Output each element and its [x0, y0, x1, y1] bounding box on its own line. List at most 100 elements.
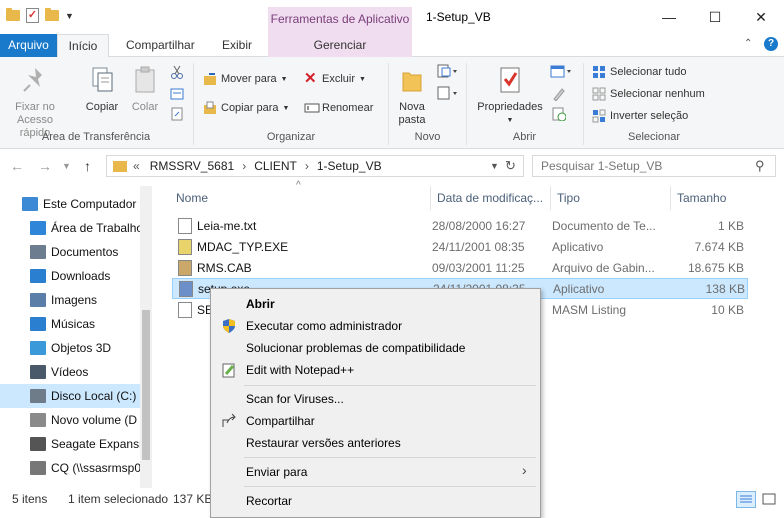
tab-exibir[interactable]: Exibir	[211, 34, 263, 57]
file-row[interactable]: MDAC_TYP.EXE 24/11/2001 08:35 Aplicativo 7.…	[172, 236, 748, 257]
copy-path-icon[interactable]	[170, 88, 184, 103]
pictures-icon	[30, 293, 46, 307]
nav-item[interactable]: Objetos 3D	[0, 336, 140, 360]
file-name-cell: RMS.CAB	[172, 259, 432, 276]
menu-open[interactable]: Abrir	[213, 293, 538, 315]
file-type: Aplicativo	[552, 239, 604, 254]
move-to-button[interactable]: Mover para ▼	[203, 69, 288, 89]
minimize-button[interactable]: —	[646, 0, 692, 34]
file-row[interactable]: RMS.CAB 09/03/2001 11:25 Arquivo de Gabin.…	[172, 257, 748, 278]
refresh-icon[interactable]: ↻	[505, 158, 516, 174]
pin-quick-access-button[interactable]: Fixar no Acesso rápido	[4, 65, 66, 140]
column-separator[interactable]	[670, 186, 671, 210]
qat-dropdown-icon[interactable]: ▼	[65, 11, 74, 21]
open-icon[interactable]	[550, 65, 574, 82]
file-modified: 24/11/2001 08:35	[432, 239, 525, 254]
nav-item-label: Área de Trabalho	[51, 221, 140, 235]
menu-share[interactable]: Compartilhar	[213, 410, 538, 432]
easy-access-icon[interactable]	[436, 85, 458, 104]
nav-item[interactable]: Disco Local (C:)	[0, 384, 140, 408]
nav-item-label: Documentos	[51, 245, 119, 259]
address-bar[interactable]: « RMSSRV_5681 › CLIENT › 1-Setup_VB ▼ ↻	[106, 155, 524, 177]
menu-scan-viruses[interactable]: Scan for Viruses...	[213, 388, 538, 410]
menu-separator	[244, 486, 536, 487]
nav-item-label: CQ (\\ssasrmsp0	[51, 461, 140, 475]
file-type: Documento de Te...	[552, 218, 656, 233]
tab-compartilhar[interactable]: Compartilhar	[115, 34, 206, 57]
history-icon[interactable]	[552, 107, 567, 124]
column-size[interactable]: Tamanho	[677, 188, 726, 210]
column-name[interactable]: Nome	[176, 188, 208, 210]
nav-item[interactable]: Documentos	[0, 240, 140, 264]
recent-dropdown-icon[interactable]: ▼	[62, 161, 71, 171]
paste-button[interactable]: Colar	[128, 65, 162, 114]
menu-restore-versions[interactable]: Restaurar versões anteriores	[213, 432, 538, 454]
new-item-icon[interactable]	[436, 63, 458, 82]
column-type[interactable]: Tipo	[557, 188, 580, 210]
nav-item[interactable]: Novo volume (D	[0, 408, 140, 432]
select-all-button[interactable]: Selecionar tudo	[592, 62, 686, 82]
forward-icon[interactable]: →	[38, 158, 52, 174]
search-input[interactable]: Pesquisar 1-Setup_VB	[532, 155, 776, 177]
invert-selection-icon	[592, 109, 606, 123]
help-icon[interactable]: ?	[764, 37, 778, 51]
back-icon[interactable]: ←	[10, 158, 24, 174]
invert-selection-label: Inverter seleção	[610, 110, 689, 122]
column-separator[interactable]	[430, 186, 431, 210]
breadcrumb-setup-vb[interactable]: 1-Setup_VB	[317, 159, 382, 173]
close-button[interactable]: ✕	[738, 0, 784, 34]
nav-item[interactable]: CQ (\\ssasrmsp0	[0, 456, 140, 480]
up-icon[interactable]: ↑	[84, 158, 91, 174]
copy-button[interactable]: Copiar	[82, 65, 122, 114]
large-icons-view-icon[interactable]	[760, 491, 780, 508]
breadcrumb-overflow[interactable]: «	[133, 159, 140, 173]
nav-item[interactable]: Este Computador	[0, 192, 140, 216]
properties-button[interactable]: Propriedades ▼	[472, 65, 548, 127]
ribbon: Fixar no Acesso rápido Copiar Colar Área…	[0, 57, 784, 149]
menu-notepadpp[interactable]: Edit with Notepad++	[213, 359, 538, 381]
nav-item[interactable]: Músicas	[0, 312, 140, 336]
file-size: 18.675 KB	[687, 260, 744, 275]
select-none-label: Selecionar nenhum	[610, 88, 705, 100]
properties-check-icon[interactable]: ✓	[26, 8, 39, 23]
select-none-button[interactable]: Selecionar nenhum	[592, 84, 705, 104]
nav-item[interactable]: Imagens	[0, 288, 140, 312]
file-row[interactable]: Leia-me.txt 28/08/2000 16:27 Documento de …	[172, 215, 748, 236]
maximize-button[interactable]: ☐	[692, 0, 738, 34]
column-separator[interactable]	[550, 186, 551, 210]
breadcrumb-client[interactable]: CLIENT	[254, 159, 297, 173]
new-folder-button[interactable]: Nova pasta	[394, 65, 430, 127]
breadcrumb-chevron-icon: ›	[242, 159, 247, 173]
nav-scrollbar-thumb[interactable]	[142, 310, 150, 460]
open-group-label: Abrir	[512, 131, 537, 143]
chevron-down-icon[interactable]: ▼	[490, 161, 499, 171]
nav-item[interactable]: Downloads	[0, 264, 140, 288]
quick-access-toolbar: ✓ ▼	[6, 8, 74, 23]
file-modified: 28/08/2000 16:27	[432, 218, 526, 233]
breadcrumb-rmssrv[interactable]: RMSSRV_5681	[150, 159, 235, 173]
nav-item-label: Disco Local (C:)	[51, 389, 137, 403]
menu-run-as-admin[interactable]: Executar como administrador	[213, 315, 538, 337]
tab-arquivo[interactable]: Arquivo	[0, 34, 57, 57]
new-folder-icon[interactable]	[45, 8, 59, 21]
tab-inicio[interactable]: Início	[57, 34, 109, 58]
column-modified[interactable]: Data de modificaç...	[437, 188, 543, 210]
menu-send-to[interactable]: Enviar para	[213, 461, 538, 483]
delete-button[interactable]: ✕ Excluir ▼	[304, 69, 366, 89]
edit-icon[interactable]	[552, 87, 566, 104]
copy-to-button[interactable]: Copiar para ▼	[203, 98, 289, 118]
paste-shortcut-icon[interactable]	[170, 107, 184, 124]
selection-size: 137 KB	[173, 492, 213, 506]
rename-button[interactable]: Renomear	[304, 98, 373, 118]
menu-cut[interactable]: Recortar	[213, 490, 538, 512]
menu-troubleshoot[interactable]: Solucionar problemas de compatibilidade	[213, 337, 538, 359]
collapse-ribbon-icon[interactable]: ⌃	[744, 38, 752, 49]
copy-label: Copiar	[85, 101, 119, 113]
nav-item[interactable]: Vídeos	[0, 360, 140, 384]
tab-gerenciar[interactable]: Gerenciar	[268, 34, 412, 57]
cut-icon[interactable]	[170, 65, 184, 82]
nav-item[interactable]: Seagate Expansio	[0, 432, 140, 456]
details-view-icon[interactable]	[736, 491, 756, 508]
nav-item[interactable]: Área de Trabalho	[0, 216, 140, 240]
invert-selection-button[interactable]: Inverter seleção	[592, 106, 688, 126]
